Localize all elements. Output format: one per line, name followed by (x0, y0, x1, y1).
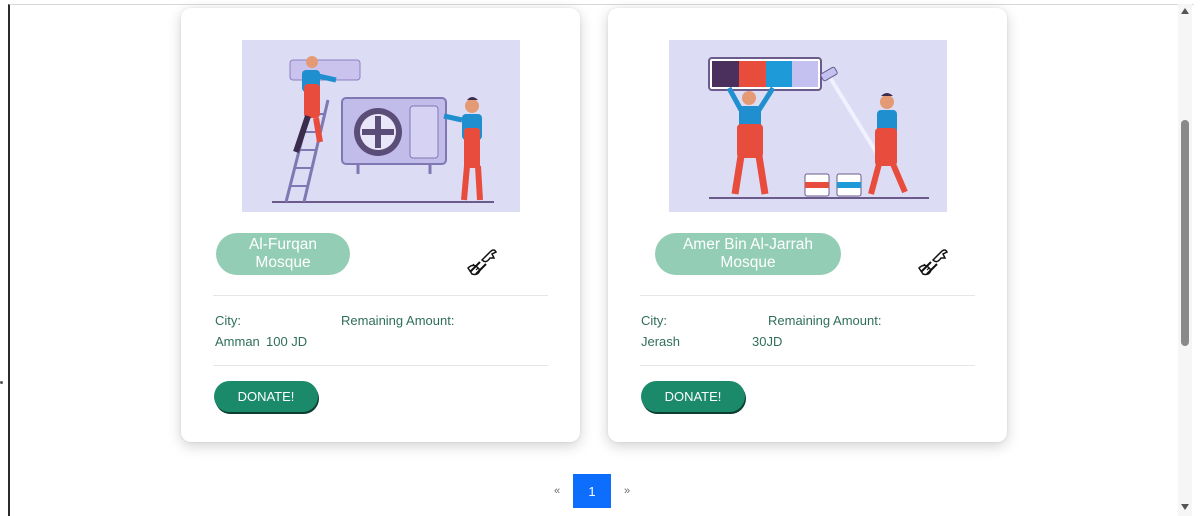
project-card: Amer Bin Al-Jarrah Mosque City: Remainin… (608, 8, 1007, 442)
remaining-amount-label: Remaining Amount: (768, 313, 882, 328)
scroll-thumb[interactable] (1181, 120, 1189, 346)
donate-button[interactable]: DONATE! (214, 381, 318, 412)
city-label: City: (215, 313, 241, 328)
card-divider (640, 365, 975, 366)
scroll-down-arrow-icon[interactable] (1181, 504, 1189, 510)
wrench-hand-icon (467, 249, 498, 276)
card-divider (640, 295, 975, 296)
city-value: Amman (215, 334, 260, 349)
pagination: « 1 » (541, 474, 643, 508)
project-card: Al-Furqan Mosque City: Remaining Amount:… (181, 8, 580, 442)
painting-illustration-svg (669, 40, 947, 212)
edge-dot (0, 381, 3, 384)
donate-button[interactable]: DONATE! (641, 381, 745, 412)
painting-illustration (669, 40, 947, 212)
city-value: Jerash (641, 334, 681, 349)
city-label: City: (641, 313, 667, 328)
remaining-amount-value: 30JD (752, 334, 783, 349)
remaining-amount-label: Remaining Amount: (341, 313, 455, 328)
remaining-amount-value: 100 JD (266, 334, 308, 349)
vertical-scrollbar[interactable] (1178, 4, 1192, 516)
scroll-up-arrow-icon[interactable] (1181, 8, 1189, 14)
pagination-next[interactable]: » (611, 485, 643, 497)
wrench-hand-icon (918, 249, 949, 276)
pagination-page-1[interactable]: 1 (573, 474, 611, 508)
pagination-prev[interactable]: « (541, 485, 573, 497)
ac-repair-illustration-svg (242, 40, 520, 212)
card-divider (213, 295, 548, 296)
project-name-pill: Amer Bin Al-Jarrah Mosque (655, 233, 841, 275)
ac-repair-illustration (242, 40, 520, 212)
project-name-pill: Al-Furqan Mosque (216, 233, 350, 275)
card-divider (213, 365, 548, 366)
